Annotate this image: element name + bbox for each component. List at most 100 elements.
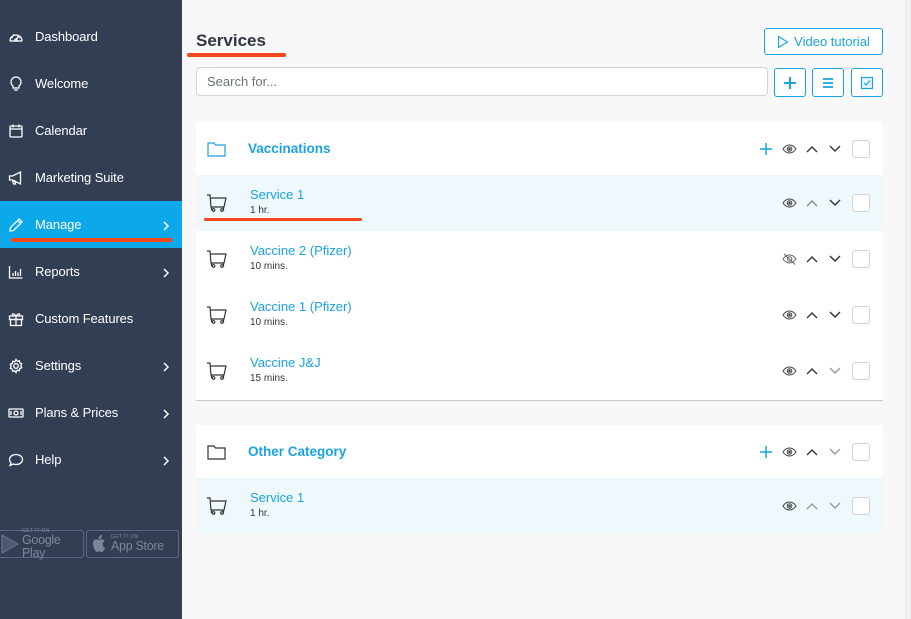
chevron-up-icon [806, 448, 818, 455]
cart-icon [207, 194, 227, 212]
select-checkbox[interactable] [852, 497, 870, 515]
select-checkbox[interactable] [852, 442, 870, 461]
service-info: Service 1 1 hr. [250, 490, 304, 520]
sidebar-item-label: Custom Features [35, 311, 134, 326]
chevron-right-icon [162, 360, 170, 372]
annotation-underline [187, 53, 286, 57]
money-icon [7, 404, 24, 421]
sidebar-item-marketing-suite[interactable]: Marketing Suite [0, 154, 182, 201]
video-tutorial-label: Video tutorial [794, 34, 870, 49]
eye-icon [782, 198, 797, 208]
service-row[interactable]: Vaccine 2 (Pfizer) 10 mins. [196, 231, 883, 287]
move-up-button[interactable] [806, 367, 818, 375]
sidebar-item-reports[interactable]: Reports [0, 248, 182, 295]
move-down-button[interactable] [829, 448, 841, 456]
category-header: Other Category [196, 425, 883, 478]
service-duration: 10 mins. [250, 317, 288, 328]
select-checkbox[interactable] [852, 362, 870, 380]
sidebar-item-label: Calendar [35, 123, 87, 138]
category-name[interactable]: Other Category [248, 444, 346, 459]
sidebar-item-calendar[interactable]: Calendar [0, 107, 182, 154]
service-row[interactable]: Service 1 1 hr. [196, 175, 883, 231]
service-row[interactable]: Service 1 1 hr. [196, 478, 883, 534]
visibility-toggle[interactable] [782, 309, 797, 321]
category-name[interactable]: Vaccinations [248, 141, 331, 156]
eye-icon [782, 143, 797, 154]
service-name[interactable]: Service 1 [250, 490, 304, 506]
sidebar-item-dashboard[interactable]: Dashboard [0, 13, 182, 60]
app-store-badge[interactable]: GET IT ON App Store [86, 530, 179, 558]
service-name[interactable]: Vaccine 2 (Pfizer) [250, 243, 352, 259]
service-duration: 10 mins. [250, 261, 288, 272]
move-up-button[interactable] [806, 502, 818, 510]
sidebar-item-settings[interactable]: Settings [0, 342, 182, 389]
plus-icon [760, 142, 772, 155]
chevron-right-icon [162, 219, 170, 231]
select-checkbox[interactable] [852, 194, 870, 212]
service-duration: 1 hr. [250, 508, 270, 519]
gift-icon [7, 310, 24, 327]
move-up-button[interactable] [806, 199, 818, 207]
category-card: Other Category Service 1 1 hr. [196, 425, 883, 534]
chevron-up-icon [806, 200, 818, 207]
sidebar-item-custom-features[interactable]: Custom Features [0, 295, 182, 342]
sidebar-item-label: Plans & Prices [35, 405, 119, 420]
google-play-badge[interactable]: GET IT ON Google Play [0, 529, 84, 559]
visibility-toggle[interactable] [782, 197, 797, 209]
visibility-toggle[interactable] [782, 446, 797, 458]
service-name[interactable]: Service 1 [250, 187, 304, 203]
list-view-button[interactable] [812, 68, 844, 97]
move-down-button[interactable] [829, 255, 841, 263]
sidebar-item-welcome[interactable]: Welcome [0, 60, 182, 107]
select-checkbox[interactable] [852, 306, 870, 324]
service-row[interactable]: Vaccine J&J 15 mins. [196, 343, 883, 399]
chevron-right-icon [162, 266, 170, 278]
move-down-button[interactable] [829, 311, 841, 319]
chevron-right-icon [162, 454, 170, 466]
plus-icon [760, 445, 772, 458]
sidebar-item-manage[interactable]: Manage [0, 201, 182, 248]
dashboard-gauge-icon [7, 28, 24, 45]
folder-icon [207, 141, 226, 157]
sidebar-item-help[interactable]: Help [0, 436, 182, 483]
select-checkbox[interactable] [852, 250, 870, 268]
eye-slash-icon [782, 253, 797, 265]
eye-icon [782, 501, 797, 511]
add-service-button[interactable] [774, 68, 806, 97]
move-down-button[interactable] [829, 502, 841, 510]
select-mode-button[interactable] [851, 68, 883, 97]
visibility-toggle[interactable] [782, 143, 797, 155]
chevron-down-icon [829, 448, 841, 455]
service-actions [782, 250, 870, 268]
add-to-category-button[interactable] [759, 445, 773, 459]
sidebar-item-plans-prices[interactable]: Plans & Prices [0, 389, 182, 436]
service-actions [782, 362, 870, 380]
chat-bubble-icon [7, 451, 24, 468]
cart-icon [207, 362, 227, 380]
page-title: Services [196, 31, 266, 50]
service-info: Vaccine 1 (Pfizer) 10 mins. [250, 299, 352, 329]
chevron-up-icon [806, 503, 818, 510]
folder-icon [207, 444, 226, 460]
chevron-down-icon [829, 145, 841, 152]
service-name[interactable]: Vaccine J&J [250, 355, 321, 371]
megaphone-icon [7, 169, 24, 186]
move-down-button[interactable] [829, 145, 841, 153]
move-down-button[interactable] [829, 199, 841, 207]
add-to-category-button[interactable] [759, 142, 773, 156]
scrollbar[interactable] [905, 0, 911, 619]
visibility-toggle[interactable] [782, 365, 797, 377]
service-row[interactable]: Vaccine 1 (Pfizer) 10 mins. [196, 287, 883, 343]
video-tutorial-button[interactable]: Video tutorial [764, 28, 883, 55]
service-name[interactable]: Vaccine 1 (Pfizer) [250, 299, 352, 315]
visibility-toggle[interactable] [782, 500, 797, 512]
move-up-button[interactable] [806, 145, 818, 153]
plus-icon [784, 76, 796, 89]
search-input[interactable] [196, 67, 768, 96]
move-up-button[interactable] [806, 255, 818, 263]
select-checkbox[interactable] [852, 139, 870, 158]
visibility-toggle[interactable] [782, 253, 797, 265]
move-up-button[interactable] [806, 448, 818, 456]
move-down-button[interactable] [829, 367, 841, 375]
move-up-button[interactable] [806, 311, 818, 319]
